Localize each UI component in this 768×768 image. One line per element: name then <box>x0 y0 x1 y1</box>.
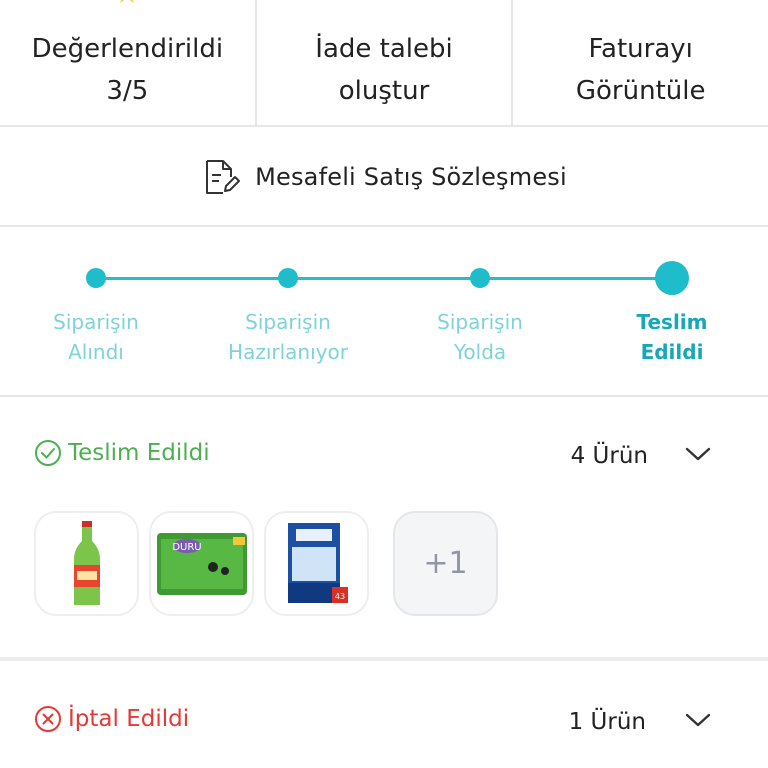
receipt-icon <box>629 0 653 6</box>
soap-pack-icon: DURU <box>156 532 247 595</box>
salt-box-icon: 43 <box>287 522 348 603</box>
invoice-label-line2: Görüntüle <box>575 76 706 106</box>
step-label-received: Siparişin Alındı <box>53 310 139 364</box>
step-dot-delivered <box>655 261 689 295</box>
cancelled-status-label: İptal Edildi <box>68 706 190 732</box>
check-circle-icon <box>35 440 61 466</box>
view-invoice-action[interactable]: Faturayı Görüntüle <box>511 0 768 125</box>
svg-text:43: 43 <box>334 592 344 601</box>
return-box-icon <box>372 0 396 6</box>
step-label-delivered: Teslim Edildi <box>636 310 708 364</box>
return-label-line2: oluştur <box>338 76 430 106</box>
order-status-stepper: Siparişin Alındı Siparişin Hazırlanıyor Si… <box>0 229 768 397</box>
delivered-status-label: Teslim Edildi <box>68 440 210 466</box>
star-icon <box>120 0 135 3</box>
order-actions-row: Değerlendirildi 3/5 İade talebi oluştur … <box>0 0 768 127</box>
step-dot-received <box>86 268 106 288</box>
contract-label: Mesafeli Satış Sözleşmesi <box>255 163 567 191</box>
soda-bottle-icon <box>73 520 100 605</box>
svg-text:DURU: DURU <box>172 542 201 553</box>
cancelled-item-count: 1 Ürün <box>568 709 646 735</box>
rating-value: 3/5 <box>106 76 149 106</box>
step-label-preparing: Siparişin Hazırlanıyor <box>228 310 348 364</box>
step-dot-on-the-way <box>470 268 490 288</box>
rating-action[interactable]: Değerlendirildi 3/5 <box>0 0 255 125</box>
invoice-label-line1: Faturayı <box>588 34 693 64</box>
product-thumbnails: DURU 43 +1 <box>34 511 508 616</box>
chevron-down-icon[interactable] <box>684 443 712 465</box>
step-label-on-the-way: Siparişin Yolda <box>437 310 523 364</box>
chevron-down-icon[interactable] <box>684 709 712 731</box>
product-thumb-dishwasher-salt[interactable]: 43 <box>264 511 369 616</box>
product-thumb-soda[interactable] <box>34 511 139 616</box>
delivered-status: Teslim Edildi <box>34 439 210 467</box>
cancelled-status: İptal Edildi <box>34 705 189 733</box>
step-dot-preparing <box>278 268 298 288</box>
cancel-circle-icon <box>35 706 61 732</box>
stepper-line <box>96 277 672 280</box>
delivered-item-count: 4 Ürün <box>570 443 648 469</box>
document-edit-icon <box>206 160 241 194</box>
distance-sales-contract-link[interactable]: Mesafeli Satış Sözleşmesi <box>0 129 768 227</box>
more-products-button[interactable]: +1 <box>393 511 498 616</box>
product-thumb-soap[interactable]: DURU <box>149 511 254 616</box>
delivered-package[interactable]: Teslim Edildi 4 Ürün DURU 43 +1 <box>0 399 768 661</box>
return-label-line1: İade talebi <box>315 34 453 64</box>
return-request-action[interactable]: İade talebi oluştur <box>254 0 512 125</box>
cancelled-package[interactable]: İptal Edildi 1 Ürün <box>0 665 768 768</box>
rating-label: Değerlendirildi <box>31 34 224 64</box>
